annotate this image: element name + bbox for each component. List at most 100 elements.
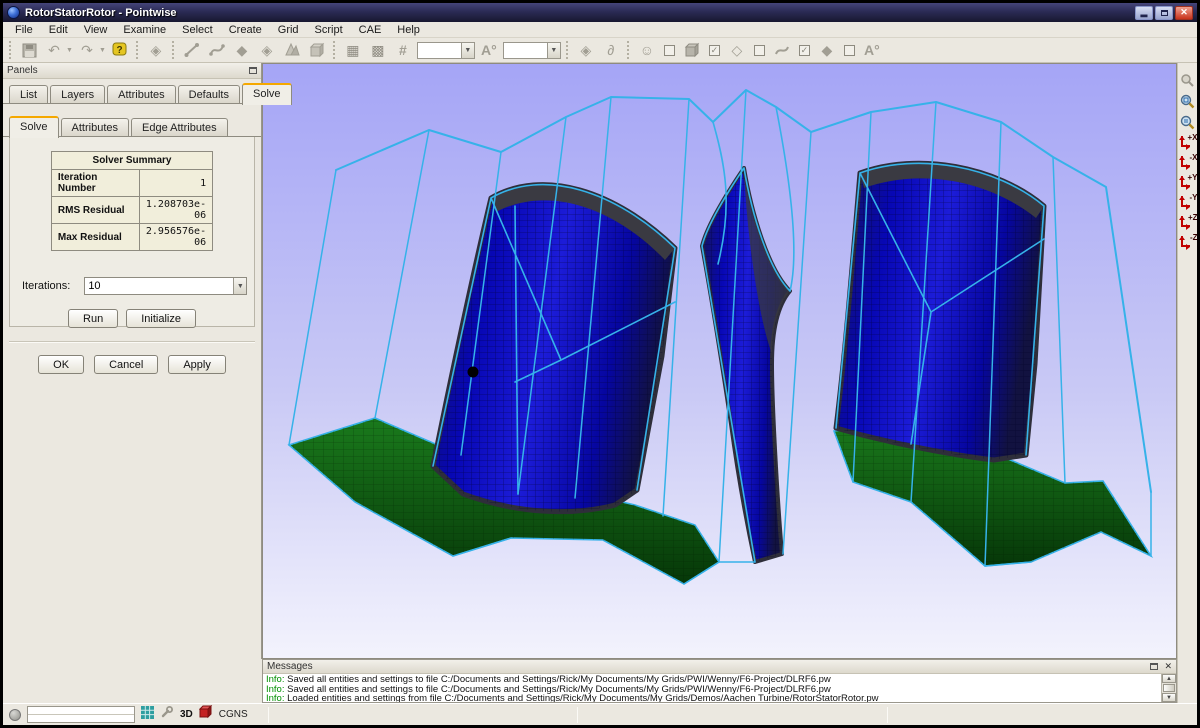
menu-grid[interactable]: Grid xyxy=(270,23,307,37)
project-icon[interactable]: ◈ xyxy=(575,40,597,60)
zoom-level-icon[interactable] xyxy=(1179,113,1197,131)
help-icon[interactable]: ? xyxy=(109,40,131,60)
messages-header[interactable]: Messages ✕ xyxy=(263,660,1176,674)
menu-cae[interactable]: CAE xyxy=(351,23,390,37)
spacing-icon[interactable]: A° xyxy=(478,40,500,60)
view-plus-z-button[interactable]: +Z xyxy=(1179,214,1197,231)
zoom-icon[interactable] xyxy=(1179,71,1197,89)
mask-domain-icon[interactable]: ◇ xyxy=(726,40,748,60)
mask-connector-icon[interactable] xyxy=(771,40,793,60)
panels-float-icon[interactable] xyxy=(249,67,257,74)
tab-solve[interactable]: Solve xyxy=(242,83,292,105)
mask-face-icon[interactable]: ☺ xyxy=(636,40,658,60)
ok-button[interactable]: OK xyxy=(38,355,84,374)
iterations-input[interactable] xyxy=(85,278,233,294)
spacing-combo[interactable]: ▼ xyxy=(503,42,561,59)
grid-mode-icon[interactable] xyxy=(141,706,154,724)
menu-script[interactable]: Script xyxy=(307,23,351,37)
mode-3d-label[interactable]: 3D xyxy=(180,709,193,720)
minimize-button[interactable]: ▂ xyxy=(1135,6,1153,20)
undo-dropdown-icon[interactable]: ▼ xyxy=(66,47,73,54)
extrude-icon[interactable] xyxy=(281,40,303,60)
view-plus-x-button[interactable]: +X xyxy=(1179,134,1197,151)
menu-help[interactable]: Help xyxy=(389,23,428,37)
surface-icon[interactable]: ◈ xyxy=(256,40,278,60)
run-button[interactable]: Run xyxy=(68,309,118,328)
curve-icon[interactable] xyxy=(206,40,228,60)
tab-attributes[interactable]: Attributes xyxy=(107,85,175,104)
cancel-button[interactable]: Cancel xyxy=(94,355,158,374)
3d-scene[interactable] xyxy=(263,64,1176,658)
menu-select[interactable]: Select xyxy=(174,23,221,37)
cae-format-label[interactable]: CGNS xyxy=(219,709,248,720)
panels-header[interactable]: Panels xyxy=(3,63,261,79)
mask-domain-checkbox[interactable] xyxy=(754,45,765,56)
3d-viewport[interactable] xyxy=(262,63,1177,659)
zoom-box-icon[interactable] xyxy=(1179,92,1197,110)
mask-block-icon[interactable] xyxy=(681,40,703,60)
dimension-icon[interactable]: # xyxy=(392,40,414,60)
structured-grid-icon[interactable]: ▦ xyxy=(342,40,364,60)
messages-float-icon[interactable] xyxy=(1150,663,1158,670)
close-button[interactable]: ✕ xyxy=(1175,6,1193,20)
connector-icon[interactable] xyxy=(181,40,203,60)
block-icon[interactable] xyxy=(306,40,328,60)
restore-button[interactable] xyxy=(1155,6,1173,20)
blade-right[interactable] xyxy=(836,163,1044,460)
redo-dropdown-icon[interactable]: ▼ xyxy=(99,47,106,54)
view-minus-y-button[interactable]: -Y xyxy=(1179,194,1197,211)
spacing-combo-input[interactable] xyxy=(504,43,547,58)
toolbar-grip[interactable] xyxy=(9,41,13,59)
tab-layers[interactable]: Layers xyxy=(50,85,105,104)
scroll-down-icon[interactable]: ▼ xyxy=(1162,693,1176,702)
save-icon[interactable] xyxy=(18,40,40,60)
mask-face-checkbox[interactable] xyxy=(664,45,675,56)
apply-button[interactable]: Apply xyxy=(168,355,226,374)
menu-create[interactable]: Create xyxy=(221,23,270,37)
boundary-icon[interactable]: ∂ xyxy=(600,40,622,60)
scroll-up-icon[interactable]: ▲ xyxy=(1162,674,1176,683)
toolbar-grip[interactable] xyxy=(627,41,631,59)
cae-cube-icon[interactable] xyxy=(199,705,213,724)
undo-icon[interactable]: ↶ xyxy=(43,40,65,60)
messages-scrollbar[interactable]: ▲ ▼ xyxy=(1162,674,1176,702)
toolbar-grip[interactable] xyxy=(333,41,337,59)
messages-log[interactable]: Info: Saved all entities and settings to… xyxy=(263,674,1162,702)
mask-block-checkbox[interactable]: ✓ xyxy=(709,45,720,56)
subtab-solve[interactable]: Solve xyxy=(9,116,59,138)
initialize-button[interactable]: Initialize xyxy=(126,309,196,328)
dimension-combo[interactable]: ▼ xyxy=(417,42,475,59)
toolbar-grip[interactable] xyxy=(172,41,176,59)
scroll-thumb[interactable] xyxy=(1163,684,1175,692)
redo-icon[interactable]: ↷ xyxy=(76,40,98,60)
mask-database-checkbox[interactable] xyxy=(844,45,855,56)
layers-icon[interactable]: ◈ xyxy=(145,40,167,60)
title-bar[interactable]: RotorStatorRotor - Pointwise ▂ ✕ xyxy=(3,3,1197,22)
dimension-combo-input[interactable] xyxy=(418,43,461,58)
dimension-combo-arrow-icon[interactable]: ▼ xyxy=(461,43,474,58)
menu-file[interactable]: File xyxy=(7,23,41,37)
view-minus-x-button[interactable]: -X xyxy=(1179,154,1197,171)
tab-list[interactable]: List xyxy=(9,85,48,104)
menu-examine[interactable]: Examine xyxy=(115,23,174,37)
vertex-marker[interactable] xyxy=(468,367,479,378)
subtab-attributes[interactable]: Attributes xyxy=(61,118,129,137)
tab-defaults[interactable]: Defaults xyxy=(178,85,240,104)
view-minus-z-button[interactable]: -Z xyxy=(1179,234,1197,251)
domain-icon[interactable]: ◆ xyxy=(231,40,253,60)
toolbar-grip[interactable] xyxy=(136,41,140,59)
iterations-combo[interactable]: ▼ xyxy=(84,277,247,295)
mask-connector-checkbox[interactable]: ✓ xyxy=(799,45,810,56)
spacing-combo-arrow-icon[interactable]: ▼ xyxy=(547,43,560,58)
unstructured-grid-icon[interactable]: ▩ xyxy=(367,40,389,60)
mask-database-icon[interactable]: ◆ xyxy=(816,40,838,60)
view-plus-y-button[interactable]: +Y xyxy=(1179,174,1197,191)
toolbar-grip[interactable] xyxy=(566,41,570,59)
messages-close-icon[interactable]: ✕ xyxy=(1164,662,1172,671)
subtab-edge-attributes[interactable]: Edge Attributes xyxy=(131,118,228,137)
tool-wrench-icon[interactable] xyxy=(160,705,174,724)
menu-view[interactable]: View xyxy=(76,23,116,37)
menu-edit[interactable]: Edit xyxy=(41,23,76,37)
mask-spacing-icon[interactable]: A° xyxy=(861,40,883,60)
iterations-combo-arrow-icon[interactable]: ▼ xyxy=(233,278,246,294)
